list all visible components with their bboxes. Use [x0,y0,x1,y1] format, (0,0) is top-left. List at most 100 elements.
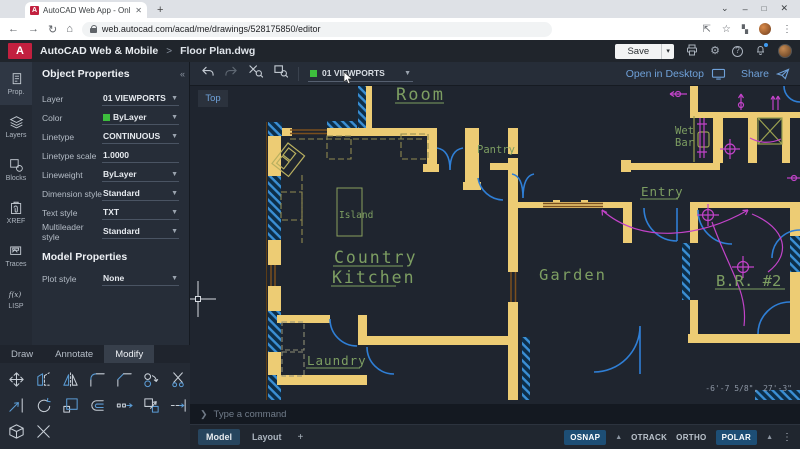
tool-match-properties-icon[interactable] [138,392,165,418]
url-text: web.autocad.com/acad/me/drawings/5281758… [102,24,321,34]
back-icon[interactable]: ← [8,23,19,35]
save-split-button[interactable]: Save ▾ [615,44,674,59]
share-link[interactable]: Share [741,68,769,80]
close-window-icon[interactable]: ✕ [780,3,788,14]
tool-chamfer-icon[interactable] [111,366,138,392]
multileader-style-select[interactable]: Standard ▼ [102,224,179,239]
open-in-desktop-link[interactable]: Open in Desktop [626,68,704,80]
minimize-icon[interactable]: – [743,4,748,14]
tool-copy-icon[interactable] [30,366,57,392]
sidebar-item-blocks[interactable]: Blocks [0,148,32,191]
forward-icon[interactable]: → [28,23,39,35]
tab-model[interactable]: Model [198,429,240,445]
share-page-icon[interactable]: ⇱ [702,24,710,35]
browser-menu-icon[interactable]: ⋮ [782,24,792,35]
notifications-bell-icon[interactable] [755,44,766,58]
save-dropdown-icon[interactable]: ▾ [661,44,674,59]
property-row-text-style: Text style TXT ▼ [42,203,179,222]
browser-avatar[interactable] [759,23,771,35]
tool-explode-icon[interactable] [3,418,30,444]
text-style-select[interactable]: TXT ▼ [102,205,179,220]
tool-array-icon[interactable] [138,366,165,392]
help-icon[interactable]: ? [732,46,743,57]
palette-tabs: Draw Annotate Modify [0,345,190,363]
tool-rotate-icon[interactable] [30,392,57,418]
bookmark-star-icon[interactable]: ☆ [722,24,731,35]
print-icon[interactable] [686,44,698,59]
share-send-icon [776,68,790,80]
tool-mirror-icon[interactable] [57,366,84,392]
maximize-icon[interactable]: □ [762,4,767,13]
tool-stretch-icon[interactable] [111,392,138,418]
tool-move-icon[interactable] [3,366,30,392]
reload-icon[interactable]: ↻ [48,23,57,36]
sidebar-item-layers[interactable]: Layers [0,105,32,148]
sidebar-item-traces[interactable]: Traces [0,234,32,277]
chevron-down-icon: ▼ [171,275,178,282]
tab-layout[interactable]: Layout [244,429,290,445]
tool-extend-icon[interactable] [3,392,30,418]
tab-search-icon[interactable]: ⌄ [721,3,729,14]
lineweight-select[interactable]: ByLayer ▼ [102,167,179,182]
icon-rail: Prop. Layers Blocks XREF Traces f(x) LIS… [0,62,32,345]
tool-palette: Draw Annotate Modify [0,345,190,449]
tool-erase-icon[interactable] [30,418,57,444]
tool-offset-icon[interactable] [84,392,111,418]
layer-select[interactable]: 01 VIEWPORTS ▼ [102,91,179,106]
tab-draw[interactable]: Draw [0,345,44,363]
label-kitchen: Kitchen [332,268,416,287]
close-tab-icon[interactable]: ✕ [135,6,142,15]
browser-tab[interactable]: A AutoCAD Web App - Online CAD ✕ [25,2,147,18]
tool-lengthen-icon[interactable] [165,392,192,418]
new-tab-button[interactable]: + [157,4,163,16]
layer-dropdown[interactable]: 01 VIEWPORTS ▼ [308,65,413,82]
statusbar-menu-icon[interactable]: ⋮ [782,432,792,443]
toggle-polar[interactable]: POLAR [716,430,758,445]
toggle-ortho[interactable]: ORTHO [676,433,706,442]
tab-title: AutoCAD Web App - Online CAD [43,6,131,15]
object-properties-panel: Object Properties « Layer 01 VIEWPORTS ▼… [32,62,189,345]
osnap-options-icon[interactable]: ▲ [615,434,622,441]
select-similar-icon[interactable] [248,64,264,83]
save-button[interactable]: Save [615,44,661,59]
linetype-scale-input[interactable]: 1.0000 [102,148,179,163]
sidebar-item-properties[interactable]: Prop. [0,62,32,105]
tab-modify[interactable]: Modify [104,345,154,363]
layers-icon [9,115,24,130]
undo-icon[interactable] [200,65,215,83]
extensions-icon[interactable]: ▚ [742,25,748,34]
chevron-down-icon: ▼ [171,171,178,178]
property-row-layer: Layer 01 VIEWPORTS ▼ [42,89,179,108]
address-bar[interactable]: web.autocad.com/acad/me/drawings/5281758… [82,22,552,37]
viewcube-top[interactable]: Top [198,90,228,107]
coordinates-readout: -6'-7 5/8", 27'-3" [705,384,792,393]
tool-trim-icon[interactable] [165,366,192,392]
chevron-down-icon: ▼ [171,209,178,216]
collapse-panel-icon[interactable]: « [180,69,185,79]
redo-icon[interactable] [224,65,239,83]
dimension-style-select[interactable]: Standard ▼ [102,186,179,201]
zoom-window-icon[interactable] [273,64,289,83]
tool-scale-icon[interactable] [57,392,84,418]
plot-style-select[interactable]: None ▼ [102,271,179,286]
pantry-door [478,178,503,200]
sidebar-item-lisp[interactable]: f(x) LISP [0,277,32,320]
toggle-otrack[interactable]: OTRACK [631,433,667,442]
polar-options-icon[interactable]: ▲ [766,434,773,441]
command-line[interactable]: ❯ Type a command [190,404,800,424]
lock-icon [90,25,97,33]
color-select[interactable]: ByLayer ▼ [102,110,179,125]
entry-door [644,208,677,241]
drawing-canvas[interactable]: Room Pantry Wet Bar Entry Island Country… [190,86,800,404]
settings-gear-icon[interactable]: ⚙ [710,46,720,57]
toggle-osnap[interactable]: OSNAP [564,430,606,445]
linetype-select[interactable]: CONTINUOUS ▼ [102,129,179,144]
tab-annotate[interactable]: Annotate [44,345,104,363]
tool-fillet-icon[interactable] [84,366,111,392]
sidebar-item-xref[interactable]: XREF [0,191,32,234]
breadcrumb-app[interactable]: AutoCAD Web & Mobile [40,45,158,57]
home-icon[interactable]: ⌂ [66,23,73,35]
desktop-monitor-icon [711,68,726,80]
add-layout-button[interactable]: + [298,432,304,443]
user-avatar[interactable] [778,44,792,58]
